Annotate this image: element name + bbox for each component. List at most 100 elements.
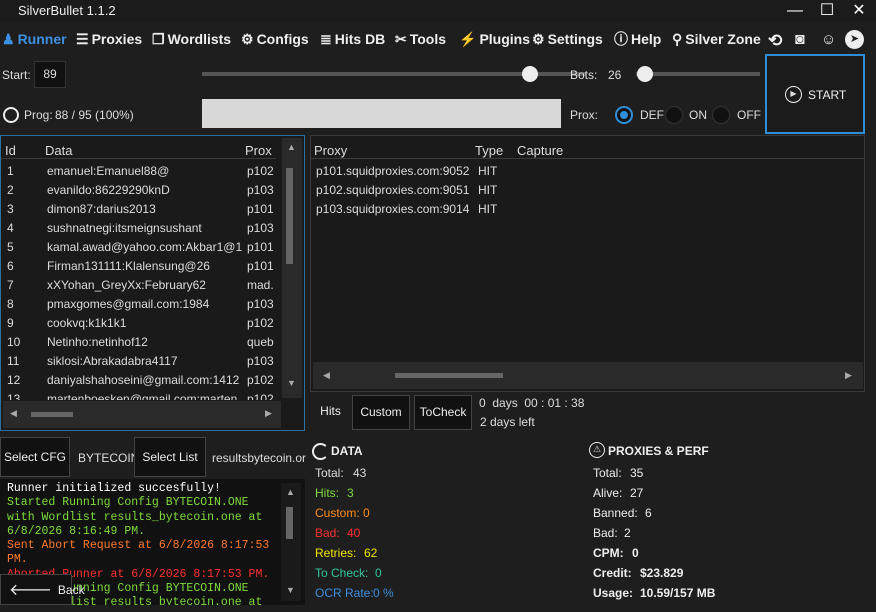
cell-data: xXYohan_GreyXx:February62	[47, 278, 206, 292]
table-row[interactable]: 4 sushnatnegi:itsmeignsushant p103	[1, 219, 276, 238]
cell-id: 1	[7, 164, 14, 178]
table-row[interactable]: 7 xXYohan_GreyXx:February62 mad.	[1, 276, 276, 295]
cell-prox: p103	[247, 354, 274, 368]
table-row[interactable]: p102.squidproxies.com:9051 HIT	[311, 181, 864, 200]
nav-runner[interactable]: ♟ Runner	[2, 31, 67, 47]
prog-value: 88 / 95 (100%)	[55, 108, 134, 122]
cell-prox: p101	[247, 259, 274, 273]
table-row[interactable]: 9 cookvq:k1k1k1 p102	[1, 314, 276, 333]
cell-prox: p103	[247, 221, 274, 235]
table-row[interactable]: 13 martenboesken@gmail.com:marten p102	[1, 390, 276, 400]
close-button[interactable]: ✕	[844, 0, 874, 22]
cell-type: HIT	[478, 202, 498, 216]
col-data[interactable]: Data	[45, 143, 72, 158]
table-row[interactable]: p101.squidproxies.com:9052 HIT	[311, 162, 864, 181]
table-row[interactable]: 3 dimon87:darius2013 p101	[1, 200, 276, 219]
gear-icon: ⚙	[532, 31, 545, 47]
proxy-stat-label: Total:	[593, 466, 622, 480]
table-row[interactable]: 2 evanildo:86229290knD p103	[1, 181, 276, 200]
bots-slider-knob[interactable]	[637, 66, 653, 82]
telegram-icon[interactable]: ➤	[845, 30, 864, 49]
proxy-stat-value: 6	[645, 506, 652, 520]
nav-proxies[interactable]: ☰ Proxies	[76, 31, 142, 47]
proxy-stat-value: 10.59/157 MB	[640, 586, 716, 600]
table-row[interactable]: 6 Firman131111:Klalensung@26 p101	[1, 257, 276, 276]
table-row[interactable]: 8 pmaxgomes@gmail.com:1984 p103	[1, 295, 276, 314]
proxy-stat-label: Usage:	[593, 586, 634, 600]
cell-id: 6	[7, 259, 14, 273]
data-stat-value: 62	[364, 546, 378, 560]
plug-icon: ⚡	[459, 31, 477, 47]
cell-id: 12	[7, 373, 21, 387]
log-line: Started Running Config BYTECOIN.ONE with…	[7, 496, 263, 538]
proxy-stat-value: $23.829	[640, 566, 684, 580]
start-input[interactable]: 89	[34, 61, 66, 88]
table-row[interactable]: 5 kamal.awad@yahoo.com:Akbar1@1 p101	[1, 238, 276, 257]
cell-id: 8	[7, 297, 14, 311]
nav-hits-db[interactable]: ≣ Hits DB	[320, 31, 385, 47]
nav-silver-zone[interactable]: ⚲ Silver Zone	[672, 31, 761, 47]
log-vscroll[interactable]: ▲ ▼	[281, 483, 301, 601]
select-cfg-button[interactable]: Select CFG	[0, 437, 70, 477]
start-slider-knob[interactable]	[522, 66, 538, 82]
nav-wordlists[interactable]: ❐ Wordlists	[152, 31, 231, 47]
nav-tools[interactable]: ✂ Tools	[395, 31, 446, 47]
tab-hits[interactable]: Hits	[313, 395, 348, 430]
data-stat-value: 40	[347, 526, 361, 540]
start-button[interactable]: ▶ START	[765, 54, 865, 134]
col-proxy[interactable]: Proxy	[314, 143, 347, 158]
back-button[interactable]: 🡐 Back	[0, 574, 85, 605]
nav-settings[interactable]: ⚙ Settings	[532, 31, 603, 47]
col-id[interactable]: Id	[5, 143, 16, 158]
cell-data: Netinho:netinhof12	[47, 335, 148, 349]
camera-icon[interactable]: ◙	[795, 31, 805, 49]
data-stat-value: 3	[347, 486, 354, 500]
bots-label: Bots:	[570, 68, 598, 82]
speedometer-icon: ⚠	[589, 442, 605, 458]
data-rows: 1 emanuel:Emanuel88@ p102 2 evanildo:8622929…	[1, 160, 276, 400]
col-type[interactable]: Type	[475, 143, 503, 158]
prox-def-radio[interactable]	[615, 106, 633, 124]
cell-id: 7	[7, 278, 14, 292]
nav-help[interactable]: ⓘ Help	[614, 31, 661, 47]
cell-data: daniyalshahoseini@gmail.com:1412	[47, 373, 240, 387]
cell-data: pmaxgomes@gmail.com:1984	[47, 297, 210, 311]
data-hscroll[interactable]: ◀ ▶	[3, 401, 281, 428]
cell-id: 10	[7, 335, 21, 349]
cell-data: siklosi:Abrakadabra4117	[47, 354, 178, 368]
table-row[interactable]: 11 siklosi:Abrakadabra4117 p103	[1, 352, 276, 371]
title-bar: SilverBullet 1.1.2 — ☐ ✕	[0, 0, 876, 22]
cell-type: HIT	[478, 164, 498, 178]
table-row[interactable]: p103.squidproxies.com:9014 HIT	[311, 200, 864, 219]
tab-tocheck[interactable]: ToCheck	[414, 395, 472, 430]
select-list-button[interactable]: Select List	[134, 437, 206, 477]
start-label: Start:	[2, 68, 31, 82]
maximize-button[interactable]: ☐	[812, 0, 842, 22]
tab-custom[interactable]: Custom	[352, 395, 410, 430]
history-icon[interactable]: ⟲	[768, 31, 782, 51]
table-row[interactable]: 12 daniyalshahoseini@gmail.com:1412 p102	[1, 371, 276, 390]
prox-on-radio[interactable]	[665, 106, 683, 124]
minimize-button[interactable]: —	[780, 0, 810, 22]
discord-icon[interactable]: ☺	[821, 31, 836, 48]
play-icon: ▶	[785, 86, 802, 103]
nav-plugins[interactable]: ⚡ Plugins	[459, 31, 530, 47]
prox-off-radio[interactable]	[712, 106, 730, 124]
cell-data: dimon87:darius2013	[47, 202, 156, 216]
data-vscroll[interactable]: ▲ ▼	[282, 138, 302, 398]
col-prox[interactable]: Prox	[245, 143, 272, 158]
table-row[interactable]: 10 Netinho:netinhof12 queb	[1, 333, 276, 352]
col-capture[interactable]: Capture	[517, 143, 563, 158]
log-line: Sent Abort Request at 6/8/2026 8:17:53 P…	[7, 539, 270, 567]
nav-configs[interactable]: ⚙ Configs	[241, 31, 309, 47]
data-stats-icon	[312, 443, 329, 460]
bots-slider[interactable]	[636, 72, 760, 76]
cell-id: 2	[7, 183, 14, 197]
table-row[interactable]: 1 emanuel:Emanuel88@ p102	[1, 162, 276, 181]
cell-prox: p103	[247, 183, 274, 197]
cell-type: HIT	[478, 183, 498, 197]
hits-table: Proxy Type Capture p101.squidproxies.com…	[310, 135, 865, 392]
cell-prox: p102	[247, 392, 274, 400]
hits-rows: p101.squidproxies.com:9052 HIT p102.squidp…	[311, 160, 864, 360]
hits-hscroll[interactable]: ◀ ▶	[313, 362, 863, 389]
